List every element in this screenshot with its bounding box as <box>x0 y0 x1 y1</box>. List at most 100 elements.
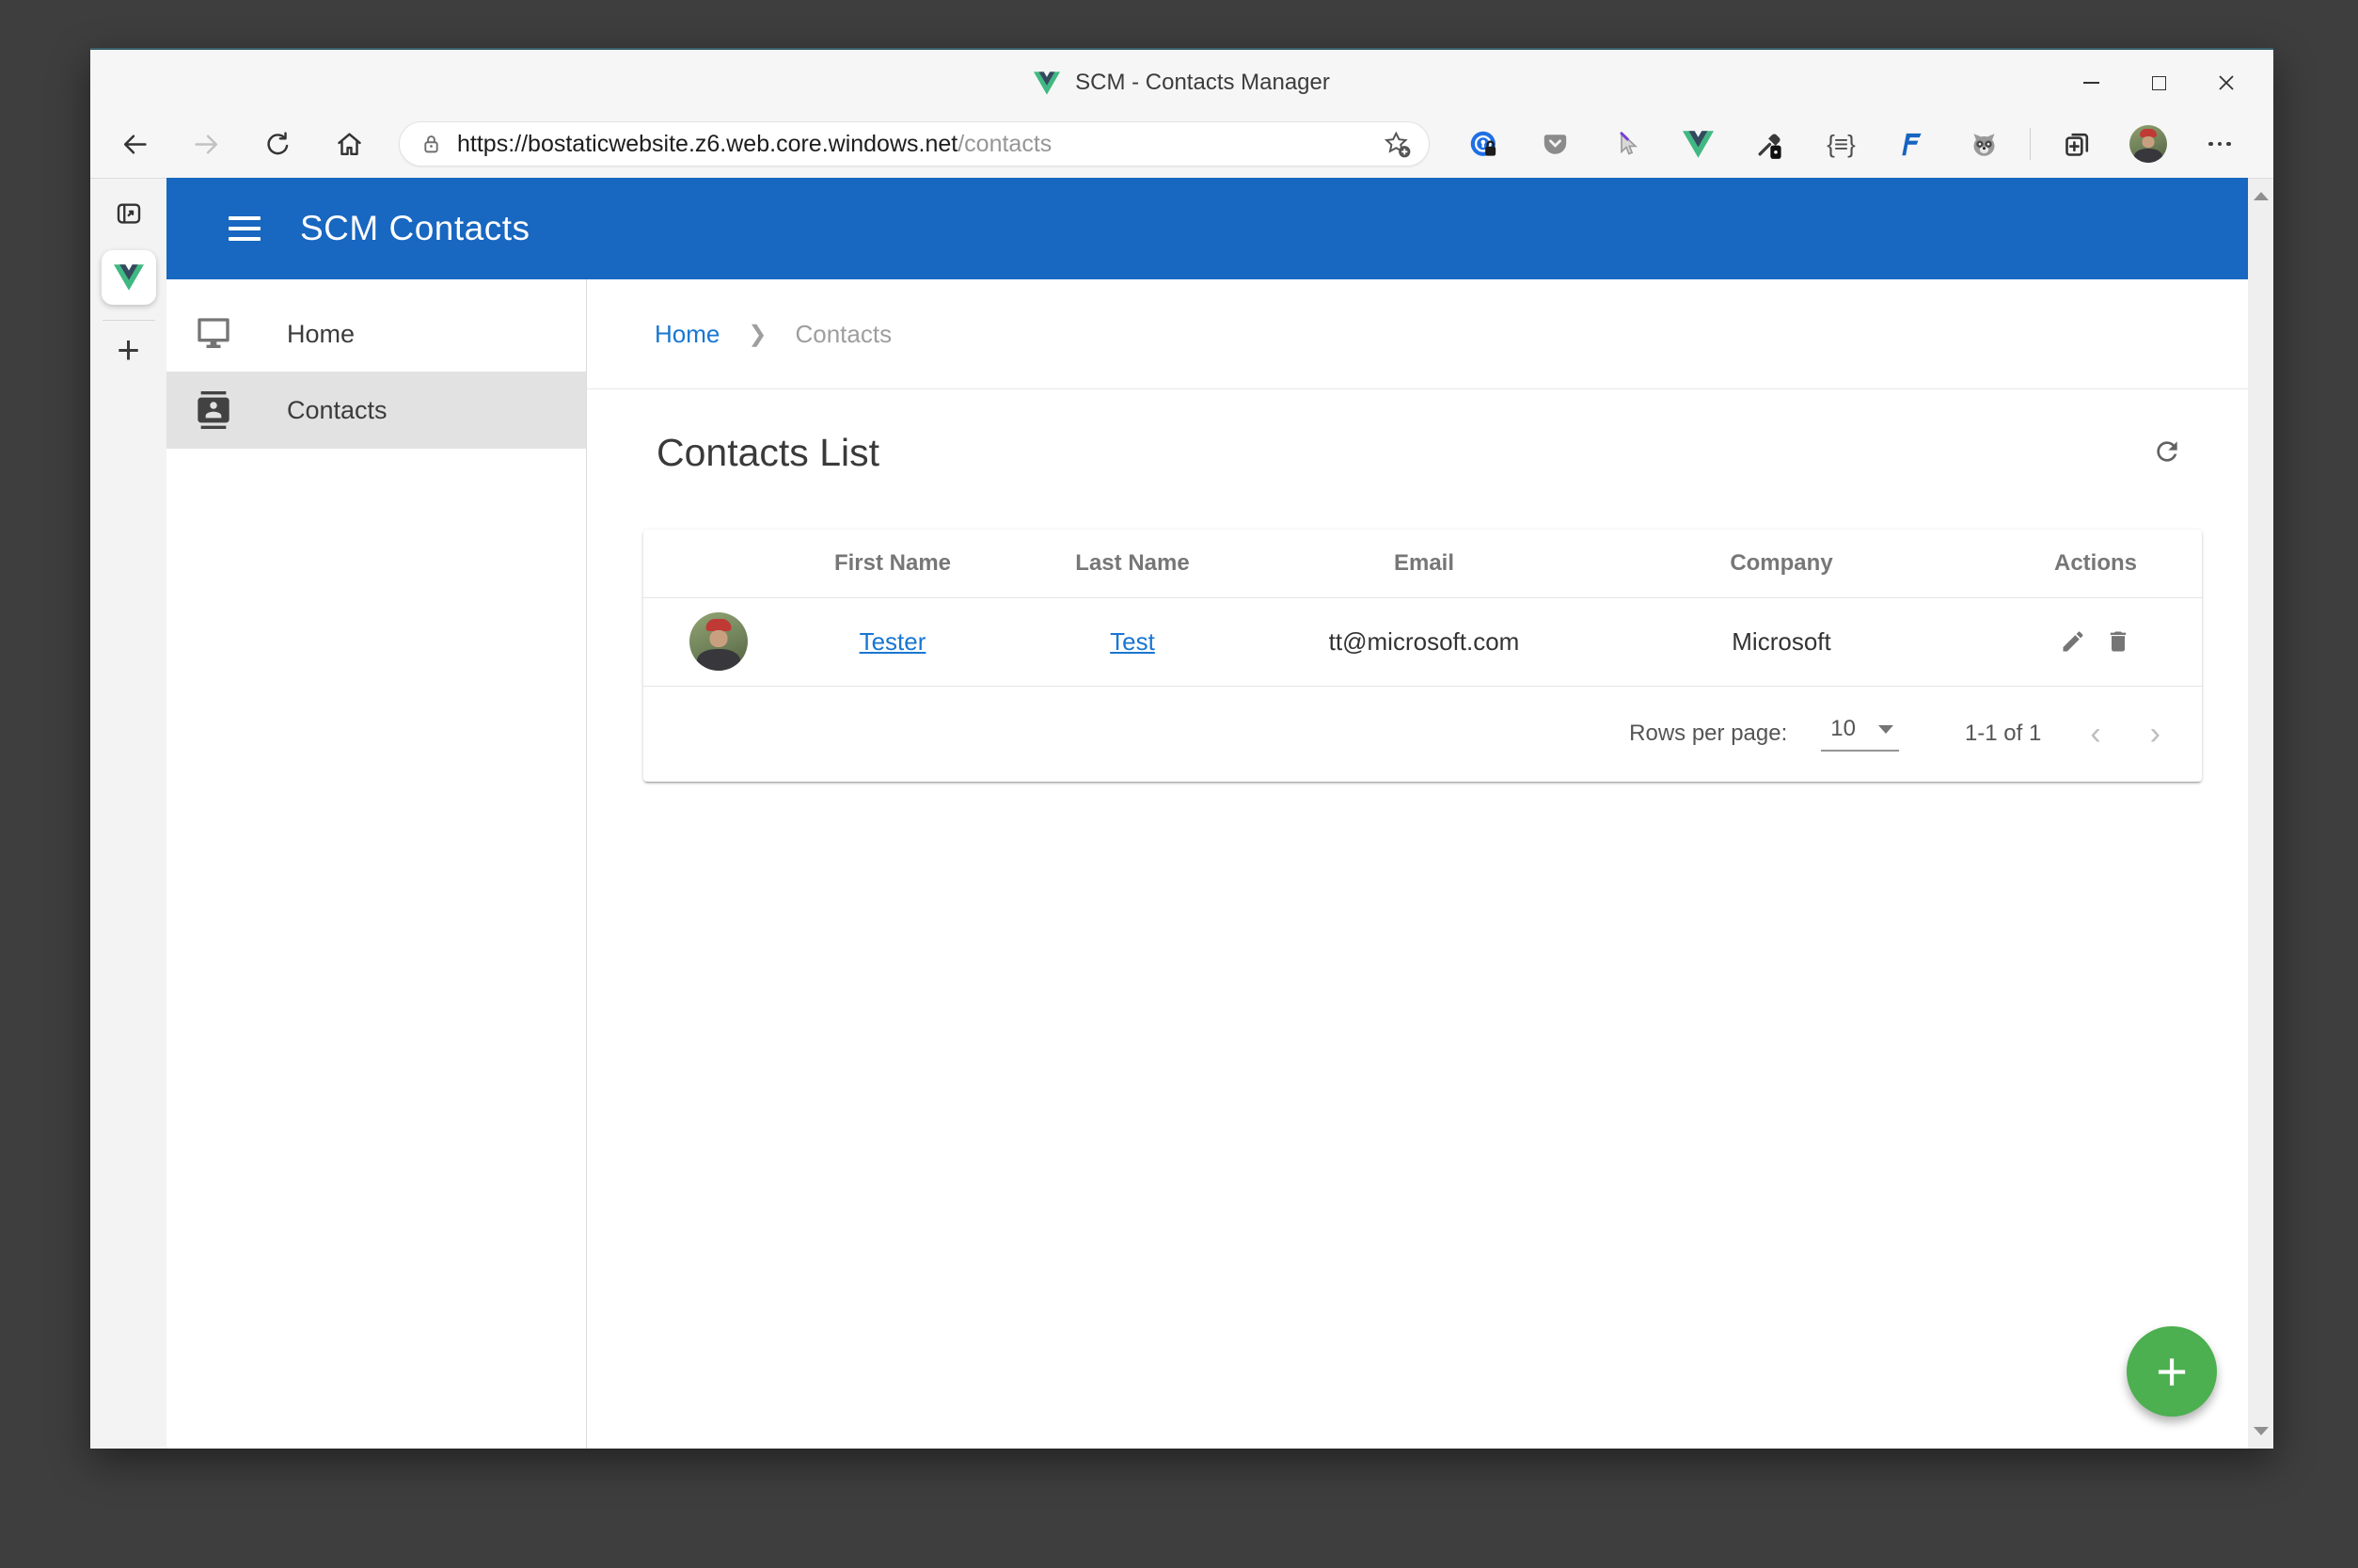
col-avatar <box>643 530 794 598</box>
rows-per-page-select[interactable]: 10 <box>1821 716 1899 752</box>
browser-toolbar: https://bostaticwebsite.z6.web.core.wind… <box>90 116 2273 178</box>
home-button[interactable] <box>327 122 371 166</box>
hamburger-menu-button[interactable] <box>229 216 261 241</box>
edit-button[interactable] <box>2060 628 2086 655</box>
app-title: SCM Contacts <box>300 209 530 247</box>
vertical-tab-strip: + <box>90 178 166 1449</box>
nav-divider <box>166 448 586 449</box>
more-options-icon <box>2208 141 2231 147</box>
raccoon-extension-button[interactable] <box>1954 122 2013 166</box>
dropdown-arrow-icon <box>1877 724 1893 734</box>
breadcrumb-chevron-icon: ❯ <box>748 321 768 347</box>
vue-devtools-extension-button[interactable] <box>1669 122 1727 166</box>
nav-drawer: Home Contacts <box>166 279 587 1449</box>
profile-avatar <box>2129 125 2167 163</box>
password-manager-icon <box>1470 131 1496 156</box>
app-header: SCM Contacts <box>166 178 2248 279</box>
sidebar-item-label: Home <box>287 319 356 348</box>
web-page: SCM Contacts Home Contacts Home ❯ Contac… <box>166 178 2248 1449</box>
maximize-button[interactable] <box>2125 50 2192 116</box>
reload-button[interactable] <box>256 122 299 166</box>
contacts-card-icon <box>198 391 229 429</box>
contacts-table: First Name Last Name Email Company Actio… <box>643 530 2203 687</box>
company-cell: Microsoft <box>1575 597 1988 687</box>
contacts-table-card: First Name Last Name Email Company Actio… <box>643 530 2203 782</box>
delete-button[interactable] <box>2105 628 2131 655</box>
next-page-button[interactable]: › <box>2150 718 2160 750</box>
new-tab-button[interactable]: + <box>117 330 140 370</box>
url-text: https://bostaticwebsite.z6.web.core.wind… <box>457 131 1052 158</box>
url-path: /contacts <box>957 130 1052 157</box>
eyedropper-icon <box>1758 133 1781 159</box>
page-scrollbar[interactable] <box>2248 178 2273 1449</box>
sidebar-item-label: Contacts <box>287 395 388 424</box>
json-viewer-icon: {≡} <box>1827 129 1856 158</box>
json-viewer-extension-button[interactable]: {≡} <box>1812 122 1870 166</box>
vue-favicon-icon <box>1034 71 1061 95</box>
minimize-button[interactable] <box>2057 50 2125 116</box>
settings-menu-button[interactable] <box>2191 122 2249 166</box>
extensions-row: {≡} <box>1454 122 2249 166</box>
scroll-up-icon[interactable] <box>2253 192 2269 200</box>
add-contact-fab[interactable]: + <box>2127 1326 2217 1417</box>
browser-window: SCM - Contacts Manager https://bostaticw… <box>90 48 2273 1449</box>
fiddler-extension-button[interactable] <box>1883 122 1941 166</box>
refresh-icon <box>2157 441 2177 462</box>
col-last-name: Last Name <box>991 530 1274 598</box>
back-icon <box>123 134 147 154</box>
window-controls <box>2057 50 2260 116</box>
vue-devtools-icon <box>1682 130 1714 158</box>
breadcrumb-current: Contacts <box>795 319 893 348</box>
sidebar-item-contacts[interactable]: Contacts <box>166 372 586 448</box>
active-tab-vue[interactable] <box>101 250 156 305</box>
cursor-extension-button[interactable] <box>1597 122 1655 166</box>
toolbar-divider <box>2030 128 2031 160</box>
table-pagination: Rows per page: 10 1-1 of 1 ‹ › <box>643 687 2202 782</box>
email-cell: tt@microsoft.com <box>1274 597 1575 687</box>
breadcrumb: Home ❯ Contacts <box>587 279 2248 389</box>
title-bar: SCM - Contacts Manager <box>90 50 2273 116</box>
home-icon <box>337 132 361 155</box>
breadcrumb-home-link[interactable]: Home <box>655 320 720 349</box>
tab-favicon-vue-icon <box>113 264 144 291</box>
rows-per-page-value: 10 <box>1830 716 1856 741</box>
raccoon-icon <box>1973 133 1994 156</box>
pocket-icon <box>1543 134 1566 154</box>
col-actions: Actions <box>1988 530 2203 598</box>
col-company: Company <box>1575 530 1988 598</box>
close-button[interactable] <box>2192 50 2260 116</box>
pagination-range: 1-1 of 1 <box>1964 721 2042 746</box>
back-button[interactable] <box>113 122 156 166</box>
collections-icon <box>2065 133 2088 156</box>
lock-icon <box>424 135 438 152</box>
scroll-down-icon[interactable] <box>2253 1427 2269 1435</box>
col-first-name: First Name <box>794 530 991 598</box>
pocket-extension-button[interactable] <box>1526 122 1584 166</box>
sidebar-item-home[interactable]: Home <box>166 296 586 372</box>
window-title-text: SCM - Contacts Manager <box>1075 70 1330 95</box>
tab-actions-menu-button[interactable] <box>115 199 143 228</box>
color-picker-extension-button[interactable] <box>1740 122 1798 166</box>
window-title: SCM - Contacts Manager <box>1034 70 1330 96</box>
table-header-row: First Name Last Name Email Company Actio… <box>643 530 2203 598</box>
star-add-icon <box>1384 131 1411 158</box>
first-name-link[interactable]: Tester <box>860 627 926 656</box>
col-email: Email <box>1274 530 1575 598</box>
forward-icon <box>194 134 217 154</box>
favorite-button[interactable] <box>1382 129 1412 159</box>
fiddler-icon <box>1901 133 1922 155</box>
profile-button[interactable] <box>2119 122 2177 166</box>
prev-page-button[interactable]: ‹ <box>2090 718 2100 750</box>
forward-button[interactable] <box>184 122 228 166</box>
last-name-link[interactable]: Test <box>1110 627 1155 656</box>
password-manager-extension-button[interactable] <box>1454 122 1512 166</box>
refresh-list-button[interactable] <box>2152 436 2190 474</box>
contact-avatar <box>689 612 748 671</box>
collections-button[interactable] <box>2048 122 2106 166</box>
address-bar[interactable]: https://bostaticwebsite.z6.web.core.wind… <box>399 121 1430 166</box>
close-icon <box>2219 75 2234 90</box>
url-host: https://bostaticwebsite.z6.web.core.wind… <box>457 130 958 157</box>
table-row: Tester Test tt@microsoft.com Microsoft <box>643 597 2203 687</box>
rows-per-page-label: Rows per page: <box>1629 721 1788 746</box>
cursor-arrow-icon <box>1619 131 1638 155</box>
